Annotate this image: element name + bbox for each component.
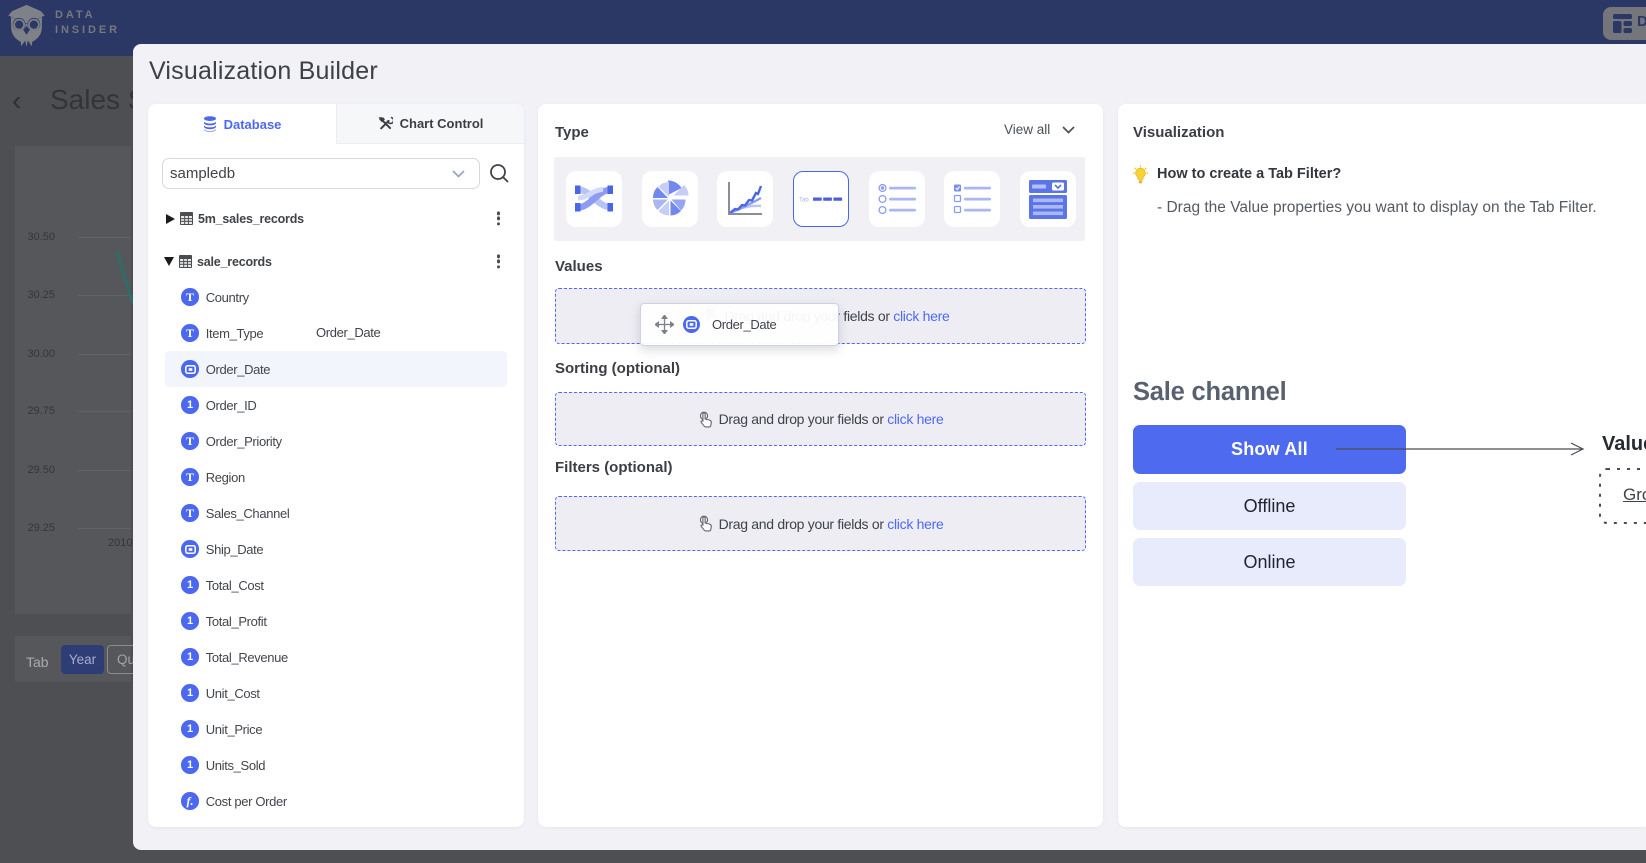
svg-text:Tab: Tab <box>799 198 809 204</box>
